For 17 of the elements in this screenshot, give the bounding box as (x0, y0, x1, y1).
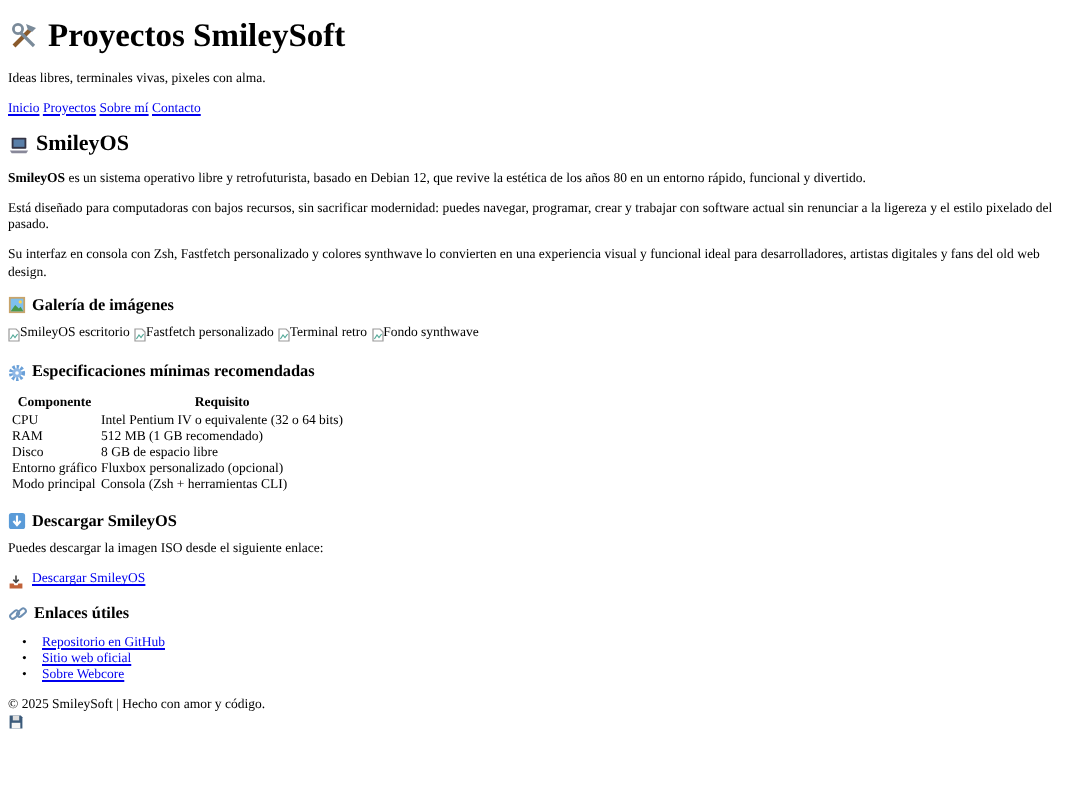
tools-icon (8, 19, 40, 52)
tray-icon (8, 573, 24, 590)
laptop-icon (8, 134, 30, 157)
section-heading: Enlaces útiles (34, 603, 130, 623)
broken-image-icon (133, 328, 146, 343)
link-icon (8, 603, 28, 624)
section-heading: Galería de imágenes (32, 295, 174, 315)
section-heading: Especificaciones mínimas recomendadas (32, 362, 315, 382)
page-title: Proyectos SmileySoft (48, 16, 346, 56)
section-heading: Descargar SmileyOS (32, 511, 177, 531)
picture-icon (8, 296, 26, 315)
broken-image-icon (8, 328, 20, 343)
section-heading: SmileyOS (36, 131, 129, 159)
broken-image-icon (371, 328, 384, 343)
broken-image-icon (277, 328, 290, 343)
download-icon (8, 511, 26, 530)
gear-icon (8, 363, 26, 382)
